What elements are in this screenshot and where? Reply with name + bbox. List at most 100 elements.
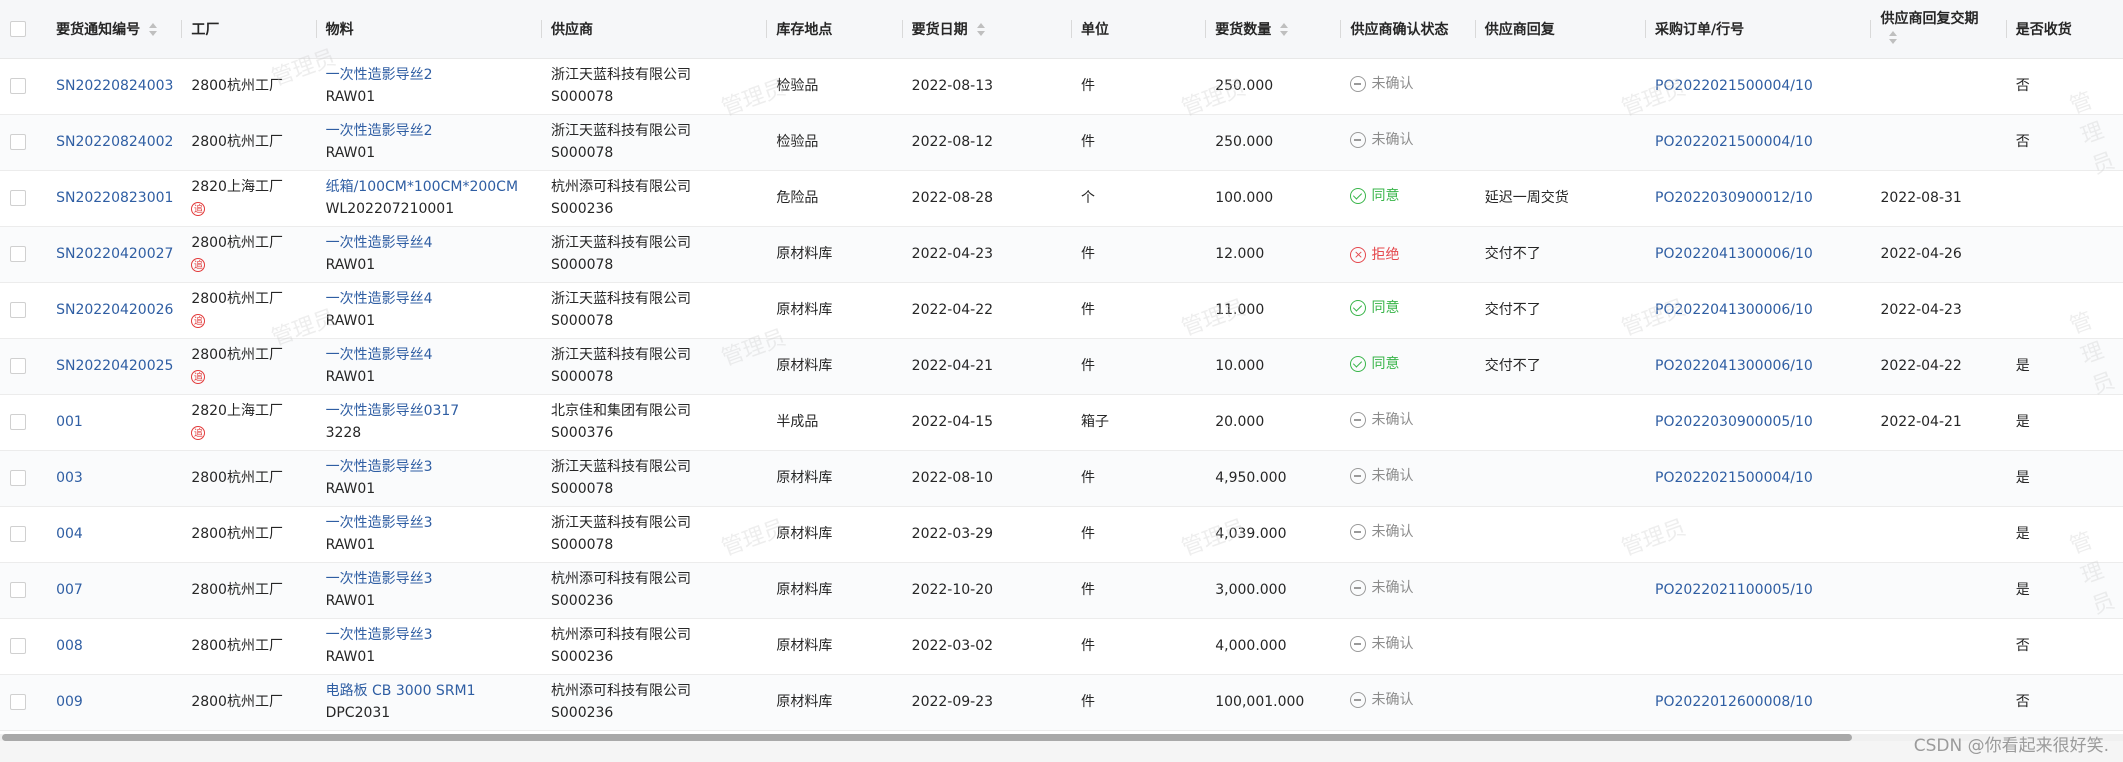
row-select-cell[interactable] bbox=[0, 674, 46, 730]
header-notice-no[interactable]: 要货通知编号 bbox=[46, 0, 182, 59]
row-select-cell[interactable] bbox=[0, 618, 46, 674]
table-row[interactable]: 004 2800杭州工厂 一次性造影导丝3 RAW01 浙江天蓝科技有限公司 S00007… bbox=[0, 506, 2123, 562]
notice-no-link[interactable]: 009 bbox=[56, 694, 83, 710]
sort-icon[interactable] bbox=[1279, 22, 1289, 37]
row-select-cell[interactable] bbox=[0, 506, 46, 562]
quantity-text: 3,000.000 bbox=[1215, 582, 1287, 598]
row-checkbox[interactable] bbox=[10, 134, 26, 150]
unit-text: 件 bbox=[1080, 134, 1095, 150]
row-checkbox[interactable] bbox=[10, 582, 26, 598]
table-row[interactable]: 008 2800杭州工厂 一次性造影导丝3 RAW01 杭州添可科技有限公司 S00023… bbox=[0, 618, 2123, 674]
table-row[interactable]: SN20220824002 2800杭州工厂 一次性造影导丝2 RAW01 浙江天蓝科技… bbox=[0, 114, 2123, 170]
supplier-name: 浙江天蓝科技有限公司 bbox=[551, 515, 691, 531]
material-name-link[interactable]: 一次性造影导丝4 bbox=[326, 344, 531, 366]
unit-text: 件 bbox=[1080, 302, 1095, 318]
notice-no-link[interactable]: SN20220420026 bbox=[56, 302, 173, 318]
material-name-link[interactable]: 一次性造影导丝3 bbox=[326, 512, 531, 534]
status-label: 未确认 bbox=[1371, 580, 1414, 596]
notice-no-link[interactable]: 003 bbox=[56, 470, 83, 486]
po-link[interactable]: PO2022041300006/10 bbox=[1655, 358, 1813, 374]
date-cell: 2022-08-13 bbox=[902, 58, 1071, 114]
unit-cell: 件 bbox=[1071, 562, 1205, 618]
row-select-cell[interactable] bbox=[0, 170, 46, 226]
row-checkbox[interactable] bbox=[10, 470, 26, 486]
po-link[interactable]: PO2022041300006/10 bbox=[1655, 302, 1813, 318]
row-checkbox[interactable] bbox=[10, 414, 26, 430]
material-name-link[interactable]: 一次性造影导丝2 bbox=[326, 64, 531, 86]
confirm-status: 未确认 bbox=[1350, 409, 1413, 431]
header-label: 采购订单/行号 bbox=[1655, 21, 1745, 38]
po-link[interactable]: PO2022030900005/10 bbox=[1655, 414, 1813, 430]
row-checkbox[interactable] bbox=[10, 302, 26, 318]
header-date[interactable]: 要货日期 bbox=[901, 0, 1071, 59]
row-select-cell[interactable] bbox=[0, 114, 46, 170]
table-header-row: 要货通知编号 工厂 物料 供应商 库存地点 要货日期 单位 要货数量 供应商确认… bbox=[0, 0, 2123, 59]
status-cell: 未确认 bbox=[1340, 618, 1474, 674]
status-label: 拒绝 bbox=[1371, 246, 1400, 263]
table-row[interactable]: SN20220823001 2820上海工厂追纸箱/100CM*100CM*200… bbox=[0, 170, 2123, 226]
row-select-cell[interactable] bbox=[0, 58, 46, 114]
row-checkbox[interactable] bbox=[10, 638, 26, 654]
po-link[interactable]: PO2022041300006/10 bbox=[1655, 246, 1813, 262]
row-checkbox[interactable] bbox=[10, 246, 26, 262]
table-row[interactable]: SN20220420026 2800杭州工厂追一次性造影导丝4 RAW01 浙江天蓝科… bbox=[0, 282, 2123, 338]
notice-no-link[interactable]: 001 bbox=[56, 414, 83, 430]
table-row[interactable]: SN20220824003 2800杭州工厂 一次性造影导丝2 RAW01 浙江天蓝科技… bbox=[0, 58, 2123, 114]
material-name-link[interactable]: 一次性造影导丝2 bbox=[326, 120, 531, 142]
date-text: 2022-04-22 bbox=[911, 302, 994, 318]
material-name-link[interactable]: 一次性造影导丝3 bbox=[326, 456, 531, 478]
notice-no-link[interactable]: SN20220420025 bbox=[56, 358, 173, 374]
scrollbar-thumb[interactable] bbox=[2, 734, 1852, 741]
column-divider bbox=[901, 20, 903, 38]
notice-no-link[interactable]: SN20220824003 bbox=[56, 78, 173, 94]
supplier-cell: 浙江天蓝科技有限公司 S000078 bbox=[541, 114, 766, 170]
horizontal-scrollbar[interactable] bbox=[0, 734, 2123, 741]
material-name-link[interactable]: 一次性造影导丝0317 bbox=[326, 400, 531, 422]
table-row[interactable]: SN20220420027 2800杭州工厂追一次性造影导丝4 RAW01 浙江天蓝科… bbox=[0, 226, 2123, 282]
notice-no-link[interactable]: 007 bbox=[56, 582, 83, 598]
po-link[interactable]: PO2022021500004/10 bbox=[1655, 470, 1813, 486]
notice-no-link[interactable]: SN20220823001 bbox=[56, 190, 173, 206]
table-row[interactable]: 001 2820上海工厂追一次性造影导丝0317 3228 北京佳和集团有限公司 S00… bbox=[0, 394, 2123, 450]
row-select-cell[interactable] bbox=[0, 226, 46, 282]
row-checkbox[interactable] bbox=[10, 526, 26, 542]
material-name-link[interactable]: 一次性造影导丝3 bbox=[326, 568, 531, 590]
po-link[interactable]: PO2022021100005/10 bbox=[1655, 582, 1813, 598]
notice-no-link[interactable]: SN20220824002 bbox=[56, 134, 173, 150]
row-checkbox[interactable] bbox=[10, 78, 26, 94]
date-cell: 2022-08-12 bbox=[902, 114, 1071, 170]
notice-no-link[interactable]: SN20220420027 bbox=[56, 246, 173, 262]
row-select-cell[interactable] bbox=[0, 338, 46, 394]
table-row[interactable]: 009 2800杭州工厂 电路板 CB 3000 SRM1 DPC2031 杭州添可科技… bbox=[0, 674, 2123, 730]
table-row[interactable]: 003 2800杭州工厂 一次性造影导丝3 RAW01 浙江天蓝科技有限公司 S00007… bbox=[0, 450, 2123, 506]
row-checkbox[interactable] bbox=[10, 190, 26, 206]
table-row[interactable]: SN20220420025 2800杭州工厂追一次性造影导丝4 RAW01 浙江天蓝科… bbox=[0, 338, 2123, 394]
material-name-link[interactable]: 一次性造影导丝3 bbox=[326, 624, 531, 646]
po-link[interactable]: PO2022012600008/10 bbox=[1655, 694, 1813, 710]
select-all-checkbox[interactable] bbox=[10, 20, 26, 37]
row-checkbox[interactable] bbox=[10, 694, 26, 710]
row-select-cell[interactable] bbox=[0, 450, 46, 506]
material-name-link[interactable]: 一次性造影导丝4 bbox=[326, 288, 531, 310]
material-name-link[interactable]: 电路板 CB 3000 SRM1 bbox=[326, 680, 531, 702]
header-quantity[interactable]: 要货数量 bbox=[1205, 0, 1341, 59]
supplier-name: 浙江天蓝科技有限公司 bbox=[551, 235, 691, 251]
row-select-cell[interactable] bbox=[0, 394, 46, 450]
header-reply-date[interactable]: 供应商回复交期 bbox=[1870, 0, 2006, 59]
row-select-cell[interactable] bbox=[0, 562, 46, 618]
table-row[interactable]: 007 2800杭州工厂 一次性造影导丝3 RAW01 杭州添可科技有限公司 S00023… bbox=[0, 562, 2123, 618]
row-checkbox[interactable] bbox=[10, 358, 26, 374]
sort-icon[interactable] bbox=[976, 22, 986, 37]
po-link[interactable]: PO2022021500004/10 bbox=[1655, 78, 1813, 94]
notice-no-link[interactable]: 008 bbox=[56, 638, 83, 654]
confirm-status: 未确认 bbox=[1350, 129, 1413, 151]
select-all-header[interactable] bbox=[0, 0, 47, 59]
po-link[interactable]: PO2022021500004/10 bbox=[1655, 134, 1813, 150]
material-name-link[interactable]: 一次性造影导丝4 bbox=[326, 232, 531, 254]
sort-icon[interactable] bbox=[1888, 30, 1898, 45]
row-select-cell[interactable] bbox=[0, 282, 46, 338]
sort-icon[interactable] bbox=[148, 22, 158, 37]
material-name-link[interactable]: 纸箱/100CM*100CM*200CM bbox=[326, 176, 531, 198]
po-link[interactable]: PO2022030900012/10 bbox=[1655, 190, 1813, 206]
notice-no-link[interactable]: 004 bbox=[56, 526, 83, 542]
